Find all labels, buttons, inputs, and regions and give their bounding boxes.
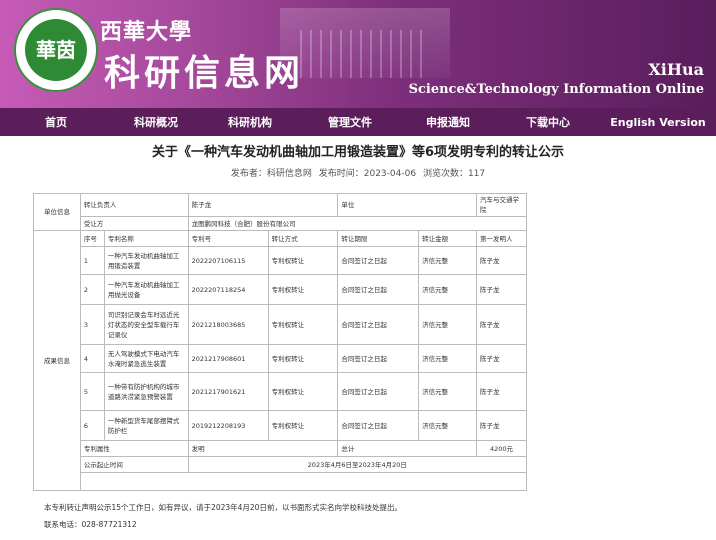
site-banner: 華茵 西華大學 科研信息网 XiHua Science&Technology I… [0, 0, 716, 108]
row-no: 6 [79, 410, 105, 441]
transfer-mode: 专利权转让 [267, 246, 339, 275]
transfer-term: 合同签订之日起 [337, 304, 420, 345]
unit-label: 单位 [337, 193, 478, 217]
article-meta: 发布者：科研信息网 发布时间：2023-04-06 浏览次数：117 [0, 166, 716, 179]
transfer-term: 合同签订之日起 [337, 274, 420, 305]
contact-phone: 联系电话：028-87721312 [44, 520, 137, 529]
transfer-term: 合同签订之日起 [337, 246, 420, 275]
transfer-mode: 专利权转让 [267, 304, 339, 345]
row-no: 1 [79, 246, 105, 275]
nav-notices[interactable]: 申报通知 [400, 114, 496, 130]
patent-number: 2022207118254 [187, 274, 269, 305]
english-tagline: Science&Technology Information Online [408, 82, 704, 97]
table-row: 5 一种带有防护机构的城市道路洪涝紧急预警装置 2021217901621 专利… [34, 372, 527, 411]
patent-attr-value: 发明 [187, 440, 339, 457]
logo-emblem: 華茵 [25, 19, 87, 81]
transfer-mode: 专利权转让 [267, 410, 339, 441]
col-header-inventor: 第一发明人 [476, 230, 527, 247]
table-row: 1 一种汽车发动机曲轴加工用锻造装置 2022207106115 专利权转让 合… [34, 246, 527, 275]
transfer-mode: 专利权转让 [267, 344, 339, 373]
first-inventor: 陈子龙 [476, 304, 527, 345]
nav-institutes[interactable]: 科研机构 [200, 114, 300, 130]
transfer-term: 合同签订之日起 [337, 410, 420, 441]
nav-documents[interactable]: 管理文件 [300, 114, 400, 130]
english-name: XiHua [648, 60, 704, 79]
nav-english[interactable]: English Version [600, 116, 716, 129]
publicity-period-label: 公示起止时间 [79, 456, 189, 473]
patent-name: 一种汽车发动机曲轴加工用抛光设备 [103, 274, 189, 305]
table-row: 3 司识别记录会车时远近光灯状态的安全型车载行车记录仪 202121800368… [34, 304, 527, 345]
patent-attr-label: 专利属性 [79, 440, 189, 457]
first-inventor: 陈子龙 [476, 372, 527, 411]
nav-overview[interactable]: 科研概况 [112, 114, 200, 130]
patent-number: 2019212208193 [187, 410, 269, 441]
transfer-term: 合同签订之日起 [337, 344, 420, 373]
transfer-amount: 济信元整 [418, 344, 478, 373]
result-info-label: 成果信息 [33, 230, 81, 491]
table-row: 6 一种新型货车尾部摆臂式防护栏 2019212208193 专利权转让 合同签… [34, 410, 527, 441]
transferee-label: 受让方 [79, 216, 189, 231]
patent-name: 一种汽车发动机曲轴加工用锻造装置 [103, 246, 189, 275]
col-header-amount: 转让金额 [418, 230, 478, 247]
nav-home[interactable]: 首页 [0, 114, 112, 130]
view-count: 浏览次数：117 [422, 169, 486, 179]
transfer-amount: 济信元整 [418, 274, 478, 305]
publisher: 发布者：科研信息网 [230, 169, 312, 179]
table-row: 2 一种汽车发动机曲轴加工用抛光设备 2022207118254 专利权转让 合… [34, 274, 527, 305]
empty-row [79, 472, 528, 491]
patent-number: 2022207106115 [187, 246, 269, 275]
transfer-amount: 济信元整 [418, 372, 478, 411]
patent-name: 一种带有防护机构的城市道路洪涝紧急预警装置 [103, 372, 189, 411]
objection-notice: 本专利转让声明公示15个工作日，如有异议，请于2023年4月20日前，以书面形式… [44, 503, 402, 512]
main-nav: 首页 科研概况 科研机构 管理文件 申报通知 下载中心 English Vers… [0, 108, 716, 136]
transferor-value: 陈子龙 [187, 193, 339, 217]
first-inventor: 陈子龙 [476, 344, 527, 373]
transfer-mode: 专利权转让 [267, 372, 339, 411]
row-no: 5 [79, 372, 105, 411]
unit-value: 汽车与交通学院 [476, 193, 527, 217]
transfer-amount: 济信元整 [418, 410, 478, 441]
university-name: 西華大學 [100, 19, 193, 45]
col-header-mode: 转让方式 [267, 230, 339, 247]
row-no: 4 [79, 344, 105, 373]
transfer-term: 合同签订之日起 [337, 372, 420, 411]
patent-number: 2021217908601 [187, 344, 269, 373]
total-value: 4200元 [476, 440, 527, 457]
patent-transfer-table: 单位信息 转让负责人 陈子龙 单位 汽车与交通学院 受让方 龙图鹏冈科技（合肥）… [33, 193, 528, 491]
first-inventor: 陈子龙 [476, 246, 527, 275]
patent-name: 一种新型货车尾部摆臂式防护栏 [103, 410, 189, 441]
table-row: 4 无人驾驶模式下电动汽车水淹时紧急逃生装置 2021217908601 专利权… [34, 344, 527, 373]
publicity-period-value: 2023年4月6日至2023年4月20日 [187, 456, 528, 473]
row-no: 2 [79, 274, 105, 305]
col-header-no: 序号 [79, 230, 105, 247]
patent-name: 无人驾驶模式下电动汽车水淹时紧急逃生装置 [103, 344, 189, 373]
article-title: 关于《一种汽车发动机曲轴加工用锻造装置》等6项发明专利的转让公示 [151, 145, 565, 160]
transfer-mode: 专利权转让 [267, 274, 339, 305]
col-header-patent: 专利号 [187, 230, 269, 247]
transfer-amount: 济信元整 [418, 304, 478, 345]
total-label: 总计 [337, 440, 478, 457]
row-no: 3 [79, 304, 105, 345]
unit-info-label: 单位信息 [33, 193, 81, 231]
transferee-value: 龙图鹏冈科技（合肥）股份有限公司 [187, 216, 528, 231]
first-inventor: 陈子龙 [476, 410, 527, 441]
first-inventor: 陈子龙 [476, 274, 527, 305]
col-header-term: 转让期限 [337, 230, 420, 247]
patent-number: 2021218003685 [187, 304, 269, 345]
site-name: 科研信息网 [104, 52, 305, 94]
campus-building-windows [300, 30, 430, 78]
patent-name: 司识别记录会车时远近光灯状态的安全型车载行车记录仪 [103, 304, 189, 345]
transferor-label: 转让负责人 [79, 193, 189, 217]
nav-downloads[interactable]: 下载中心 [496, 114, 600, 130]
col-header-name: 专利名称 [103, 230, 189, 247]
publish-time: 发布时间：2023-04-06 [318, 169, 417, 179]
university-logo[interactable]: 華茵 [14, 8, 98, 92]
patent-number: 2021217901621 [187, 372, 269, 411]
transfer-amount: 济信元整 [418, 246, 478, 275]
